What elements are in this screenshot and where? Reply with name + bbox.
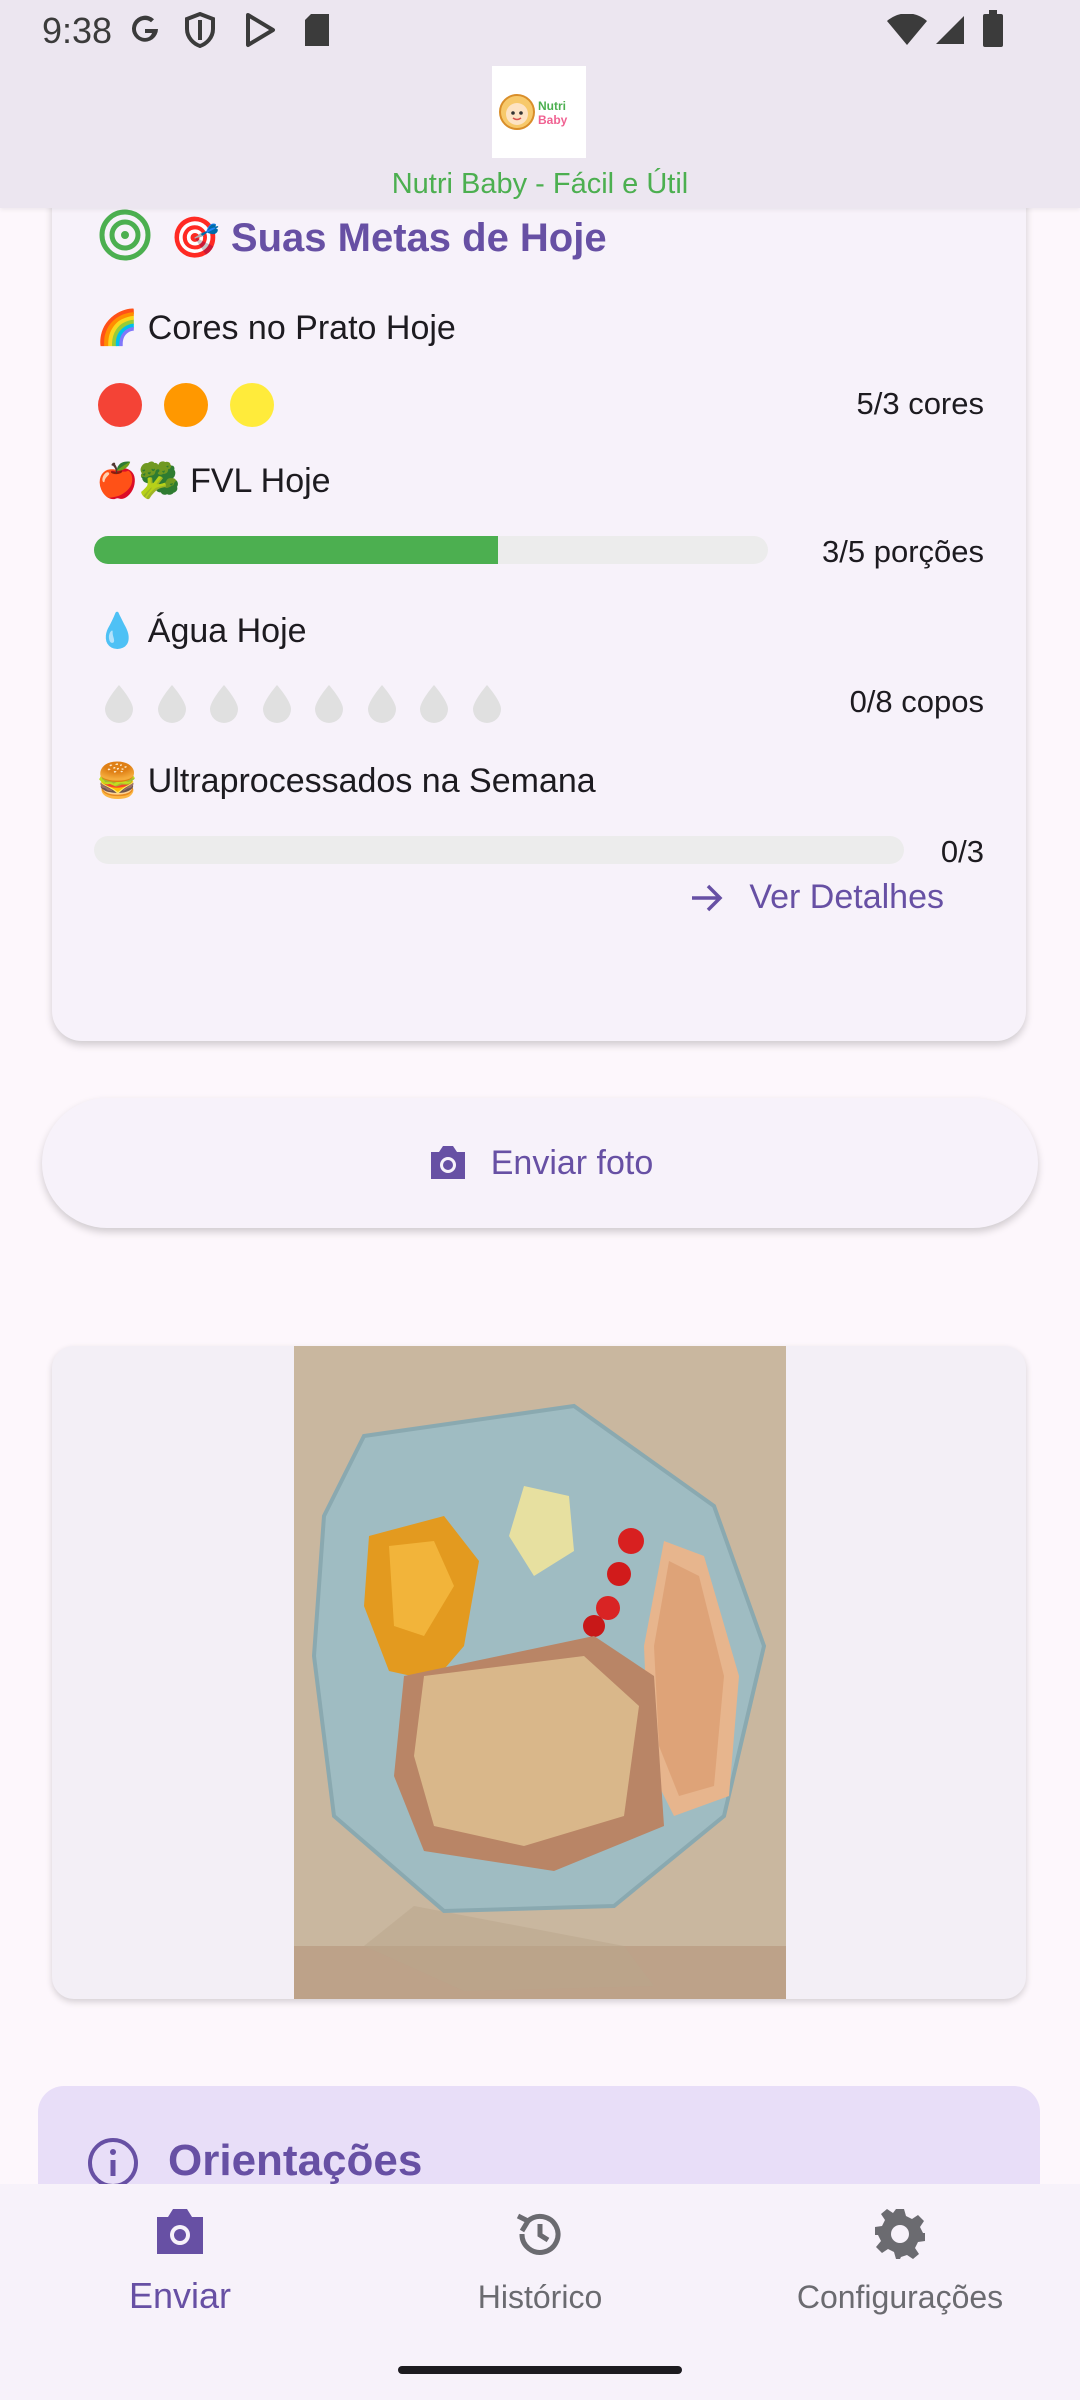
ultra-goal-value: 0/3 <box>940 834 984 869</box>
colors-goal-value: 5/3 cores <box>856 386 984 421</box>
sd-card-icon <box>302 12 332 53</box>
target-icon <box>98 208 152 267</box>
water-drops <box>102 683 522 727</box>
nav-settings[interactable]: Configurações <box>720 2206 1080 2316</box>
status-time: 9:38 <box>42 10 113 51</box>
water-drop-icon <box>472 685 501 723</box>
app-logo: Nutri Baby <box>492 66 586 158</box>
signal-icon <box>934 14 966 51</box>
status-bar: 9:38 <box>0 0 1080 62</box>
colors-goal-label: 🌈 Cores no Prato Hoje <box>96 309 456 347</box>
battery-icon <box>982 10 1004 53</box>
header-subtitle: Nutri Baby - Fácil e Útil <box>391 168 689 200</box>
meal-photo-card <box>52 1346 1026 1999</box>
camera-icon <box>152 2206 208 2263</box>
send-photo-button[interactable]: Enviar foto <box>42 1098 1038 1228</box>
color-dot-yellow <box>230 383 274 427</box>
ultra-goal-label: 🍔 Ultraprocessados na Semana <box>96 762 596 800</box>
water-drop-icon <box>105 685 133 723</box>
color-dot-orange <box>164 383 208 427</box>
main-content[interactable]: 🎯 Suas Metas de Hoje 🌈 Cores no Prato Ho… <box>0 208 1080 2184</box>
water-drop-icon <box>262 685 291 723</box>
logo-text-nutri: Nutri <box>538 99 566 113</box>
gear-icon <box>872 2206 928 2267</box>
logo-text-baby: Baby <box>538 113 568 127</box>
details-link-label: Ver Detalhes <box>749 878 944 916</box>
meal-photo <box>294 1346 786 1999</box>
nav-send[interactable]: Enviar <box>0 2206 360 2317</box>
water-drop-icon <box>210 685 238 723</box>
nav-send-label: Enviar <box>128 2275 232 2316</box>
nav-settings-label: Configurações <box>796 2279 1004 2315</box>
water-drop-icon <box>157 685 186 723</box>
water-drop-icon <box>367 685 396 723</box>
nav-history[interactable]: Histórico <box>360 2206 720 2316</box>
send-photo-label: Enviar foto <box>490 1143 654 1182</box>
nav-history-label: Histórico <box>477 2279 603 2315</box>
ultra-progress-bar <box>94 836 904 864</box>
fvl-goal-label: 🍎🥦 FVL Hoje <box>96 462 331 500</box>
info-icon <box>86 2136 140 2184</box>
camera-icon <box>427 1144 469 1182</box>
arrow-right-icon <box>689 883 725 913</box>
history-icon <box>512 2206 568 2267</box>
goals-card: 🎯 Suas Metas de Hoje 🌈 Cores no Prato Ho… <box>52 208 1026 1041</box>
orientation-title: Orientações <box>168 2136 423 2184</box>
color-dot-red <box>98 383 142 427</box>
fvl-progress-fill <box>94 536 499 564</box>
app-header: Nutri Baby Nutri Baby - Fácil e Útil <box>0 62 1080 208</box>
shield-icon <box>184 11 216 53</box>
orientation-card[interactable]: Orientações <box>38 2086 1040 2184</box>
fvl-goal-value: 3/5 porções <box>822 534 984 569</box>
water-goal-value: 0/8 copos <box>849 684 984 719</box>
details-link[interactable]: Ver Detalhes <box>689 878 944 917</box>
water-drop-icon <box>420 685 448 723</box>
play-store-icon <box>244 12 276 53</box>
water-drop-icon <box>315 685 343 723</box>
google-icon <box>128 12 162 51</box>
water-goal-label: 💧 Água Hoje <box>96 612 307 650</box>
fvl-progress-bar <box>94 536 768 564</box>
wifi-icon <box>886 13 928 51</box>
home-indicator <box>398 2366 682 2374</box>
goals-title-row: 🎯 Suas Metas de Hoje <box>98 208 607 267</box>
goals-title: 🎯 Suas Metas de Hoje <box>170 216 607 260</box>
